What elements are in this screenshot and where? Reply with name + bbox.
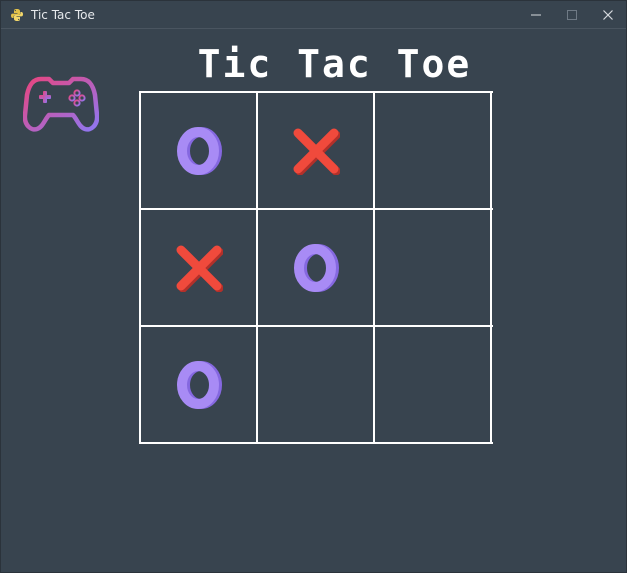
board-cell-0-2[interactable] xyxy=(374,92,492,210)
o-mark xyxy=(177,361,222,409)
close-icon xyxy=(603,10,613,20)
board-cell-2-2[interactable] xyxy=(374,326,492,444)
x-mark xyxy=(293,128,340,175)
board-cell-2-1[interactable] xyxy=(257,326,375,444)
o-mark xyxy=(177,127,222,175)
window-controls xyxy=(518,1,626,29)
board-cell-0-1[interactable] xyxy=(257,92,375,210)
python-icon xyxy=(9,7,25,23)
o-mark xyxy=(294,244,339,292)
game-window: Tic Tac Toe Tic Tac Toe xyxy=(0,0,627,573)
board-cell-0-0[interactable] xyxy=(140,92,258,210)
board-cell-1-2[interactable] xyxy=(374,209,492,327)
board-cell-2-0[interactable] xyxy=(140,326,258,444)
window-title: Tic Tac Toe xyxy=(31,7,95,22)
close-button[interactable] xyxy=(590,1,626,29)
board-cell-1-1[interactable] xyxy=(257,209,375,327)
board-cell-1-0[interactable] xyxy=(140,209,258,327)
x-mark xyxy=(176,245,223,292)
minimize-icon xyxy=(531,14,541,16)
minimize-button[interactable] xyxy=(518,1,554,29)
maximize-icon xyxy=(567,10,577,20)
title-bar[interactable]: Tic Tac Toe xyxy=(1,1,626,29)
gamepad-icon xyxy=(22,71,100,137)
game-board xyxy=(139,91,493,445)
maximize-button[interactable] xyxy=(554,1,590,29)
